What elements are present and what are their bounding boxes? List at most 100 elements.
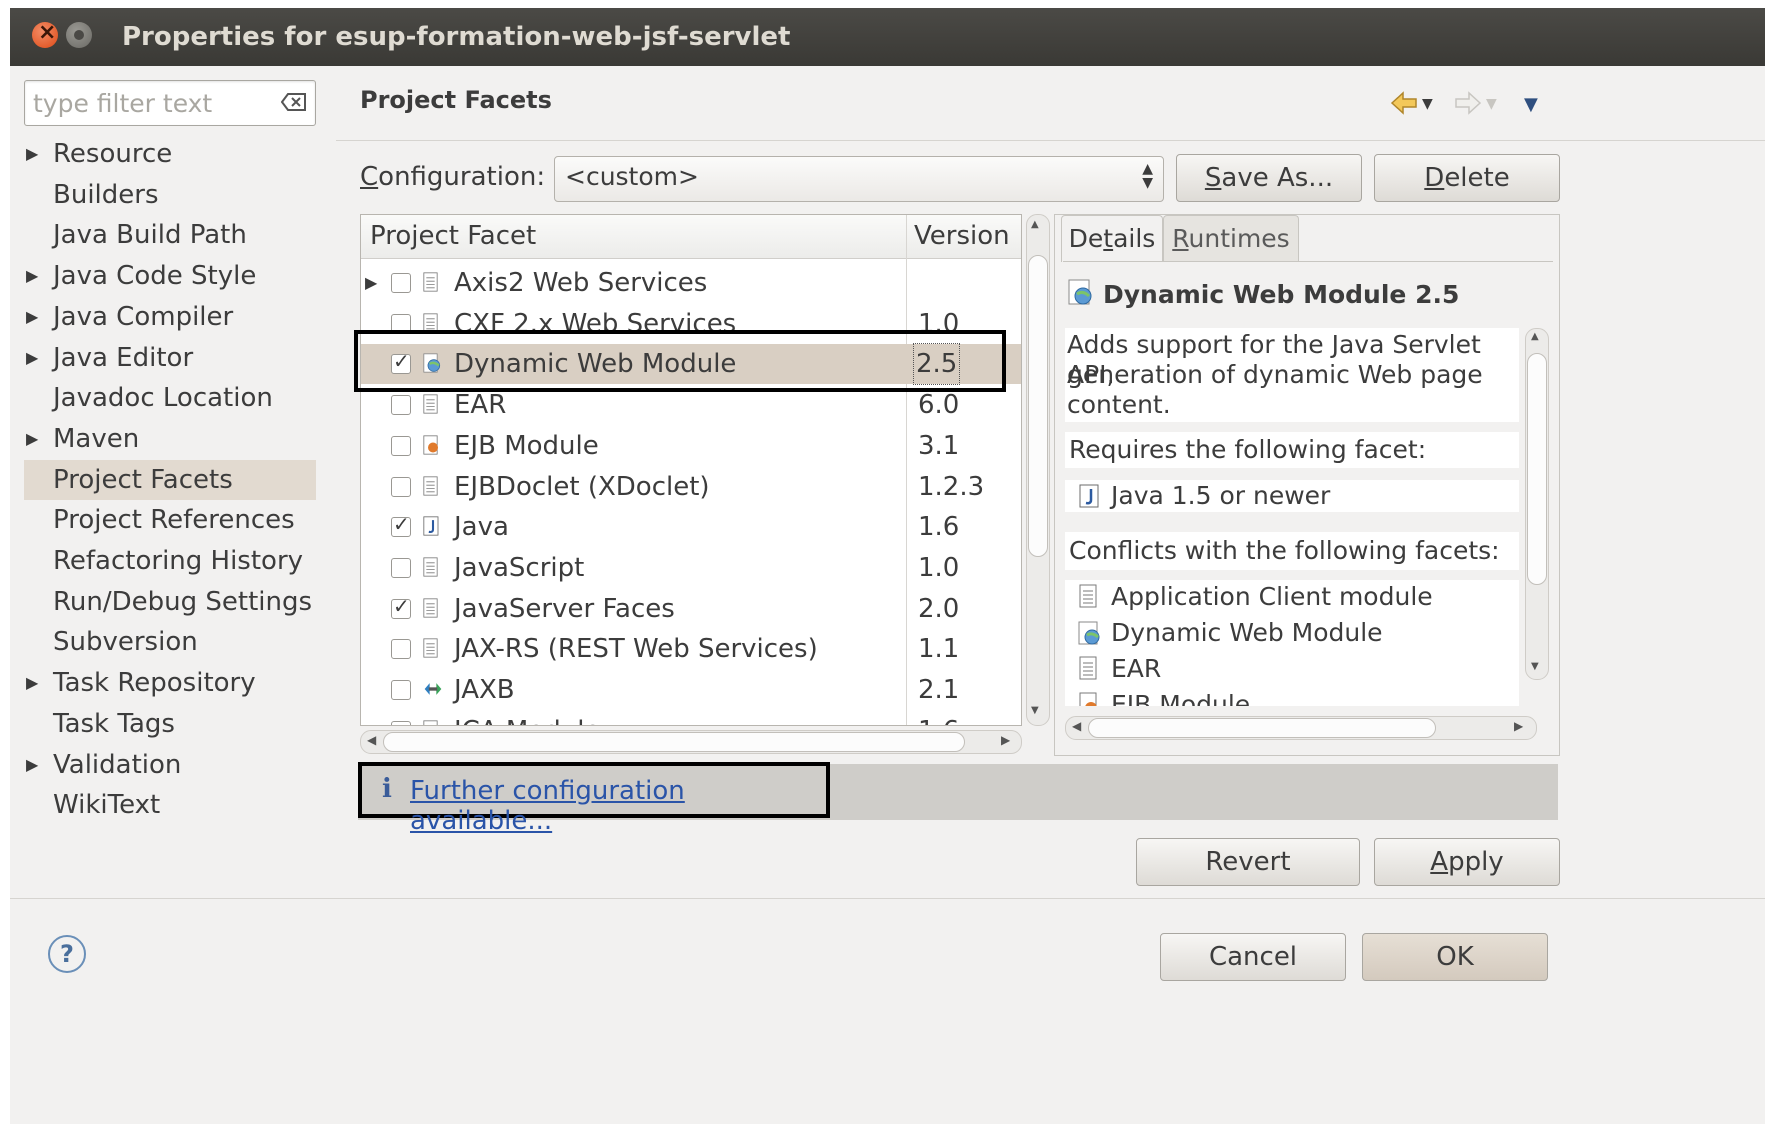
details-hscroll-thumb[interactable] <box>1088 718 1436 738</box>
filter-field[interactable] <box>24 80 316 126</box>
ok-button[interactable]: OK <box>1362 933 1548 981</box>
sidebar-item[interactable]: Java Build Path <box>24 215 316 255</box>
sidebar-item[interactable]: Project Facets <box>24 459 316 500</box>
requires-item-label: Java 1.5 or newer <box>1111 481 1331 510</box>
table-row[interactable]: ▶ Axis2 Web Services <box>361 263 1021 303</box>
back-menu-chevron-icon[interactable]: ▼ <box>1422 96 1433 112</box>
scroll-left-icon[interactable]: ◀ <box>367 733 376 747</box>
requires-item: Java 1.5 or newer <box>1065 480 1519 512</box>
scroll-right-icon[interactable]: ▶ <box>1001 733 1010 747</box>
further-configuration-link[interactable]: Further configuration available... <box>410 776 826 836</box>
facet-name: EJB Module <box>454 430 599 461</box>
facet-checkbox[interactable] <box>391 504 411 544</box>
tab-details[interactable]: Details <box>1061 215 1163 262</box>
description-line: generation of dynamic Web page <box>1067 360 1483 389</box>
table-row[interactable]: Java 1.6 <box>361 504 1021 547</box>
close-window-button[interactable] <box>32 20 58 48</box>
facet-version: 1.6 <box>918 512 960 543</box>
sidebar-item-label: Javadoc Location <box>53 383 273 414</box>
back-arrow-icon[interactable] <box>1390 90 1418 116</box>
table-horizontal-scrollbar[interactable]: ◀ ▶ <box>360 730 1022 754</box>
configuration-select[interactable]: <custom> ▲ ▼ <box>554 156 1164 202</box>
expand-arrow-icon[interactable]: ▶ <box>365 263 377 303</box>
details-heading: Dynamic Web Module 2.5 <box>1103 280 1460 309</box>
sidebar-item[interactable]: Task Tags <box>24 704 316 744</box>
vertical-scroll-thumb[interactable] <box>1028 255 1048 557</box>
configuration-value: <custom> <box>565 162 699 191</box>
facet-checkbox[interactable] <box>391 395 411 416</box>
scroll-down-icon[interactable]: ▼ <box>1031 705 1039 716</box>
sidebar-item[interactable]: ▶ Resource <box>24 134 316 174</box>
sidebar-item[interactable]: Run/Debug Settings <box>24 582 316 622</box>
sidebar-item-label: Maven <box>53 423 140 454</box>
horizontal-scroll-thumb[interactable] <box>383 732 965 752</box>
clear-filter-icon[interactable] <box>281 93 307 111</box>
configuration-label: Configuration: <box>360 162 546 192</box>
sidebar-item[interactable]: ▶ Task Repository <box>24 663 316 703</box>
facet-checkbox[interactable] <box>391 639 411 660</box>
sidebar-item[interactable]: ▶ Java Compiler <box>24 297 316 337</box>
help-icon[interactable]: ? <box>48 935 86 973</box>
sidebar-item[interactable]: ▶ Java Editor <box>24 338 316 378</box>
minimize-window-button[interactable] <box>66 22 92 48</box>
sidebar-item[interactable]: ▶ Java Code Style <box>24 256 316 296</box>
facet-checkbox[interactable] <box>391 557 411 578</box>
list-item: EJB Module <box>1065 688 1519 706</box>
facet-checkbox[interactable] <box>391 273 411 293</box>
expand-arrow-icon[interactable]: ▶ <box>26 419 38 459</box>
sidebar-item-label: Refactoring History <box>53 546 304 576</box>
column-header-facet[interactable]: Project Facet <box>370 215 536 258</box>
cancel-button[interactable]: Cancel <box>1160 933 1346 981</box>
sidebar-item[interactable]: Subversion <box>24 622 316 662</box>
sidebar-item[interactable]: Builders <box>24 175 316 215</box>
sidebar-item[interactable]: Refactoring History <box>24 541 316 581</box>
scroll-up-icon[interactable]: ▲ <box>1031 219 1039 230</box>
table-vertical-scrollbar[interactable]: ▲ ▼ <box>1026 214 1050 726</box>
sidebar-item[interactable]: WikiText <box>24 785 316 825</box>
table-row[interactable]: JAXB 2.1 <box>361 670 1021 710</box>
details-vertical-scrollbar[interactable]: ▲ ▼ <box>1525 328 1549 680</box>
main-panel: Project Facets ▼ ▼ ▼ Configuration: <cus… <box>336 66 1765 898</box>
facet-version: 2.0 <box>918 593 960 624</box>
apply-button[interactable]: Apply <box>1374 838 1560 886</box>
view-menu-icon[interactable]: ▼ <box>1524 94 1538 115</box>
table-row[interactable]: EJB Module 3.1 <box>361 426 1021 466</box>
expand-arrow-icon[interactable]: ▶ <box>26 297 38 337</box>
tab-runtimes[interactable]: Runtimes <box>1163 215 1299 262</box>
expand-arrow-icon[interactable]: ▶ <box>26 256 38 296</box>
scroll-down-icon[interactable]: ▼ <box>1531 661 1539 672</box>
table-row[interactable]: JCA Module 1.6 <box>361 711 1021 725</box>
revert-button[interactable]: Revert <box>1136 838 1360 886</box>
save-as-button[interactable]: Save As... <box>1176 154 1362 202</box>
table-row[interactable]: JavaServer Faces 2.0 <box>361 586 1021 629</box>
expand-arrow-icon[interactable]: ▶ <box>26 663 38 703</box>
facet-version: 3.1 <box>918 430 960 461</box>
forward-arrow-icon[interactable] <box>1454 90 1482 116</box>
facet-checkbox[interactable] <box>391 435 411 456</box>
expand-arrow-icon[interactable]: ▶ <box>26 134 38 174</box>
facet-checkbox[interactable] <box>391 586 411 626</box>
sidebar-item[interactable]: Project References <box>24 500 316 540</box>
table-row[interactable]: JAX-RS (REST Web Services) 1.1 <box>361 629 1021 669</box>
facet-name: JCA Module <box>454 711 600 725</box>
expand-arrow-icon[interactable]: ▶ <box>26 338 38 378</box>
sidebar-item[interactable]: ▶ Maven <box>24 419 316 459</box>
scroll-up-icon[interactable]: ▲ <box>1531 331 1539 342</box>
column-header-version[interactable]: Version <box>914 215 1010 258</box>
sidebar-item[interactable]: Javadoc Location <box>24 378 316 418</box>
facet-checkbox[interactable] <box>391 476 411 497</box>
facet-checkbox[interactable] <box>391 680 411 700</box>
table-row[interactable]: JavaScript 1.0 <box>361 548 1021 588</box>
expand-arrow-icon[interactable]: ▶ <box>26 745 38 785</box>
facet-version: 2.1 <box>918 675 960 705</box>
scroll-left-icon[interactable]: ◀ <box>1072 719 1081 733</box>
sidebar-item[interactable]: ▶ Validation <box>24 745 316 785</box>
filter-input[interactable] <box>31 85 281 121</box>
scroll-right-icon[interactable]: ▶ <box>1514 719 1523 733</box>
details-horizontal-scrollbar[interactable]: ◀ ▶ <box>1065 716 1537 740</box>
details-scroll-thumb[interactable] <box>1527 353 1547 585</box>
facet-checkbox[interactable] <box>391 720 411 725</box>
delete-button[interactable]: Delete <box>1374 154 1560 202</box>
requires-label: Requires the following facet: <box>1065 432 1519 468</box>
table-row[interactable]: EJBDoclet (XDoclet) 1.2.3 <box>361 467 1021 507</box>
